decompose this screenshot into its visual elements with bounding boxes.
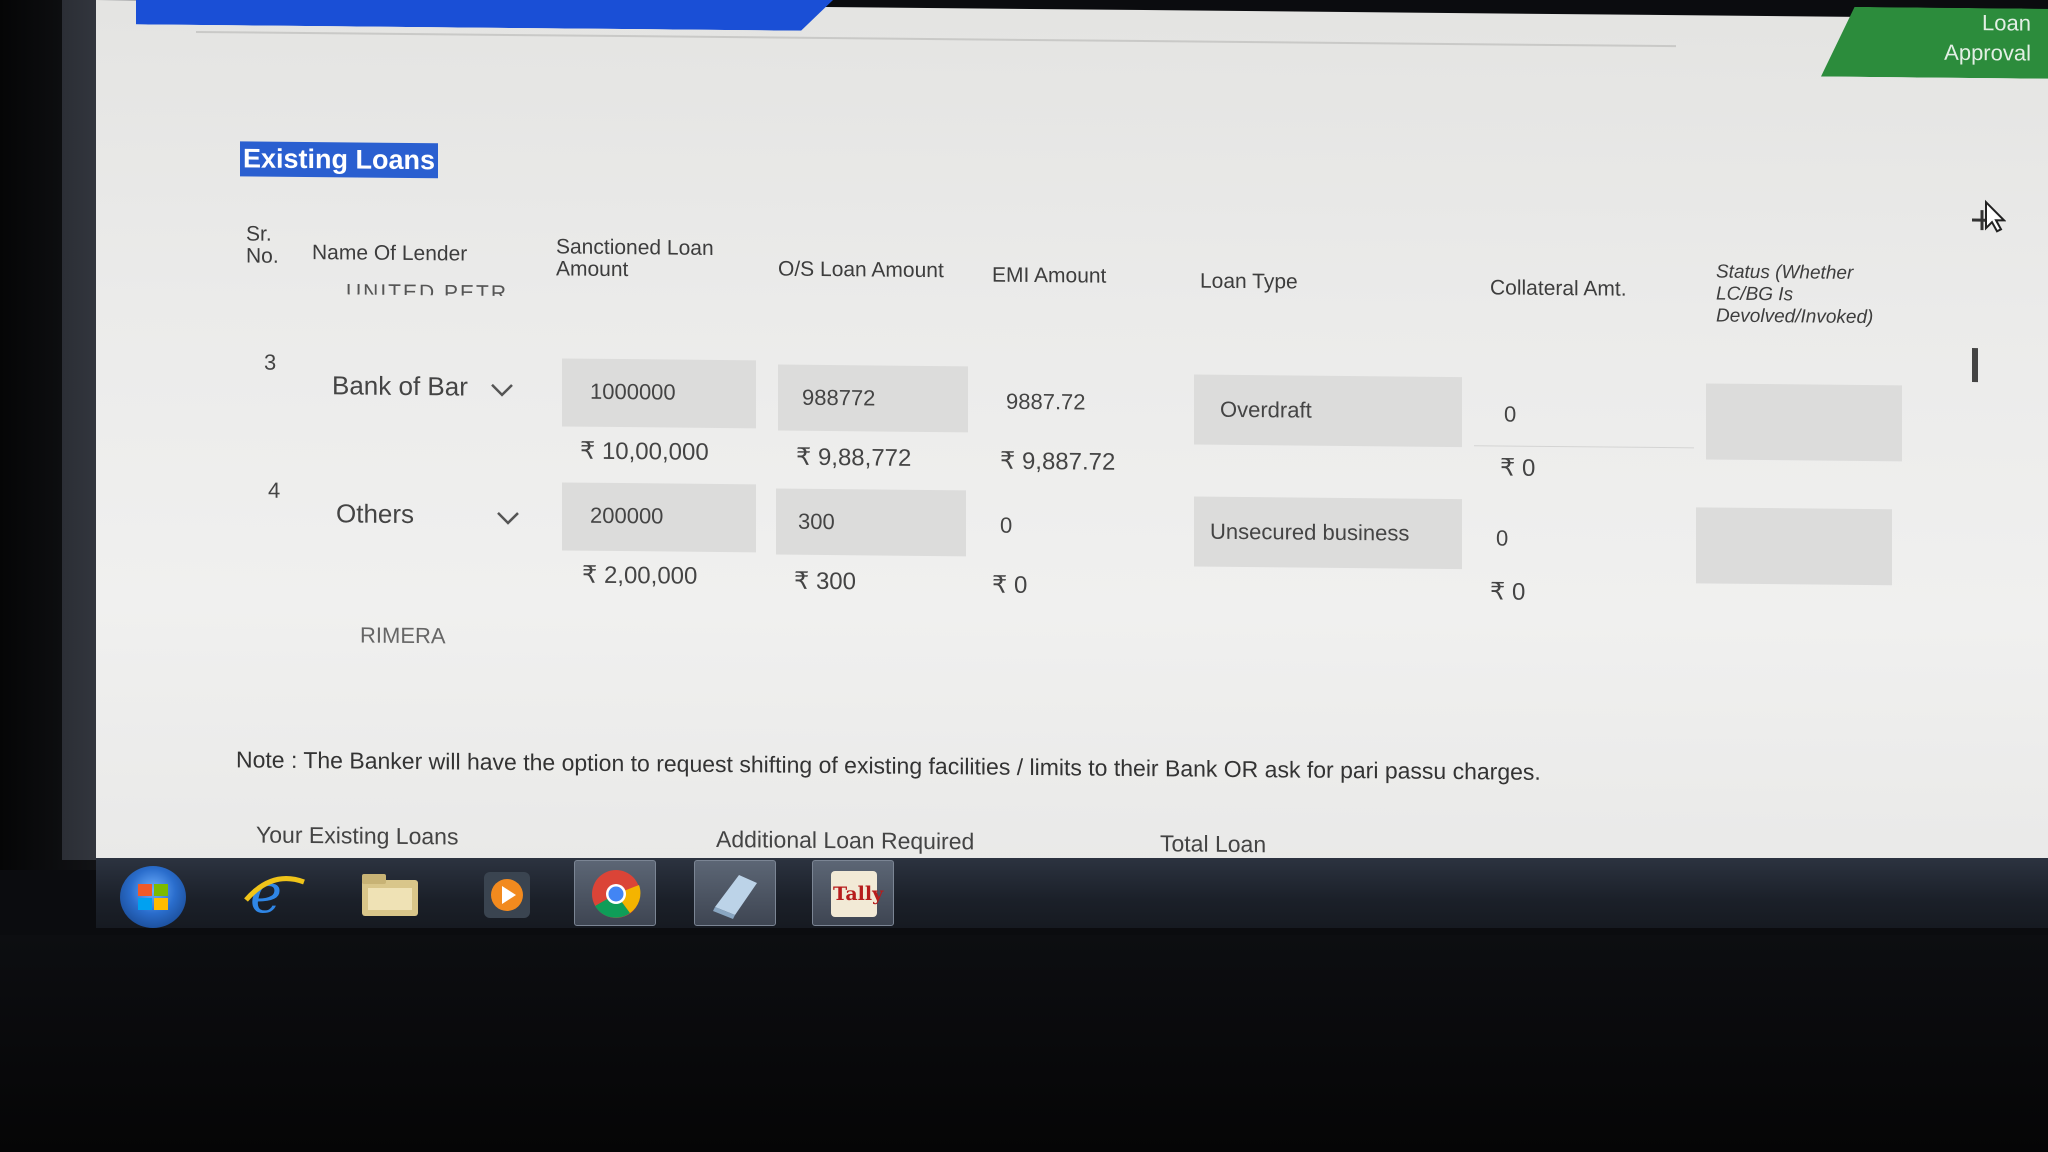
taskbar-internet-explorer[interactable]: e [232, 860, 314, 926]
loan-approval-step[interactable]: Loan Approval [1821, 7, 2048, 79]
notebook-icon [713, 875, 757, 919]
collateral-amount-formatted: ₹ 0 [1490, 578, 1526, 606]
section-title: Existing Loans [240, 141, 439, 179]
column-header-status: Status (Whether LC/BG Is Devolved/Invoke… [1716, 261, 1874, 329]
tally-label: Tally [833, 883, 884, 905]
sanctioned-amount-formatted: ₹ 2,00,000 [582, 561, 698, 590]
tally-icon: Tally [831, 871, 883, 917]
emi-amount-value: 9887.72 [1006, 388, 1086, 415]
os-amount-value: 988772 [802, 384, 876, 411]
tab-total-loan[interactable]: Total Loan [1160, 830, 1266, 858]
lender-select[interactable]: Bank of Bar [332, 370, 513, 412]
loan-approval-label: Loan Approval [1944, 10, 2031, 66]
chrome-icon [592, 870, 641, 918]
row-sr-no: 4 [268, 477, 281, 503]
monitor-bezel-bottom [0, 935, 2048, 1152]
progress-track [196, 30, 1676, 48]
column-header-loan-type: Loan Type [1200, 269, 1298, 294]
taskbar-media-player[interactable] [466, 860, 548, 926]
collateral-amount-value: 0 [1496, 525, 1509, 551]
column-header-sanctioned: Sanctioned Loan Amount [556, 235, 714, 282]
tab-existing-loans[interactable]: Your Existing Loans [256, 822, 458, 851]
column-header-lender: Name Of Lender [312, 241, 468, 266]
taskbar-file-explorer[interactable] [350, 860, 432, 926]
lender-select-value: Bank of Bar [332, 370, 468, 402]
emi-amount-input[interactable]: 0 [976, 492, 1166, 560]
lender-select-value: Others [336, 498, 415, 530]
status-select[interactable] [1696, 507, 1892, 586]
browser-page: Loan Approval Existing Loans Sr. No. Nam… [96, 0, 2048, 879]
loan-type-select[interactable]: Unsecured business [1194, 496, 1462, 570]
add-row-icon[interactable] [1966, 198, 2006, 238]
lender-select[interactable]: Others [336, 498, 519, 540]
os-amount-value: 300 [798, 508, 835, 535]
partial-lender-text: UNITED PETR [346, 280, 509, 296]
loan-type-value: Unsecured business [1210, 518, 1410, 546]
progress-step-active [136, 0, 836, 31]
sanctioned-amount-value: 200000 [590, 502, 664, 529]
status-select[interactable] [1706, 383, 1902, 462]
sanctioned-amount-formatted: ₹ 10,00,000 [580, 437, 709, 466]
windows-logo-icon [138, 884, 152, 896]
dropdown-option-text: RIMERA [360, 622, 446, 649]
column-header-sr-no: Sr. No. [246, 222, 279, 268]
chevron-down-icon [497, 511, 519, 525]
taskbar-tally[interactable]: Tally [812, 860, 894, 926]
sanctioned-amount-input[interactable]: 200000 [562, 482, 756, 553]
folder-icon [362, 874, 418, 916]
taskbar-notebook[interactable] [694, 860, 776, 926]
chevron-down-icon [491, 383, 513, 397]
emi-amount-formatted: ₹ 0 [992, 571, 1028, 599]
collateral-amount-input[interactable]: 0 [1474, 379, 1694, 449]
start-button[interactable] [120, 866, 186, 928]
sanctioned-amount-value: 1000000 [590, 378, 676, 405]
text-caret [1972, 348, 1978, 383]
os-amount-input[interactable]: 988772 [778, 364, 968, 433]
media-player-icon [484, 872, 530, 918]
tab-additional-loan[interactable]: Additional Loan Required [716, 826, 974, 855]
collateral-amount-input[interactable]: 0 [1474, 503, 1694, 571]
column-header-collateral: Collateral Amt. [1490, 276, 1627, 301]
ie-icon: e [244, 862, 305, 925]
os-amount-input[interactable]: 300 [776, 488, 966, 557]
emi-amount-value: 0 [1000, 512, 1013, 538]
emi-amount-input[interactable]: 9887.72 [976, 368, 1166, 436]
collateral-amount-value: 0 [1504, 401, 1517, 427]
note-text: Note : The Banker will have the option t… [236, 746, 1541, 785]
column-header-os: O/S Loan Amount [778, 257, 944, 283]
row-sr-no: 3 [264, 349, 277, 375]
column-header-emi: EMI Amount [992, 263, 1107, 288]
os-amount-formatted: ₹ 9,88,772 [796, 443, 912, 472]
loan-type-select[interactable]: Overdraft [1194, 374, 1462, 448]
os-amount-formatted: ₹ 300 [794, 567, 856, 596]
loan-type-value: Overdraft [1220, 396, 1312, 423]
collateral-amount-formatted: ₹ 0 [1500, 454, 1536, 482]
taskbar-chrome[interactable] [574, 860, 656, 926]
emi-amount-formatted: ₹ 9,887.72 [1000, 447, 1116, 476]
sanctioned-amount-input[interactable]: 1000000 [562, 358, 756, 429]
